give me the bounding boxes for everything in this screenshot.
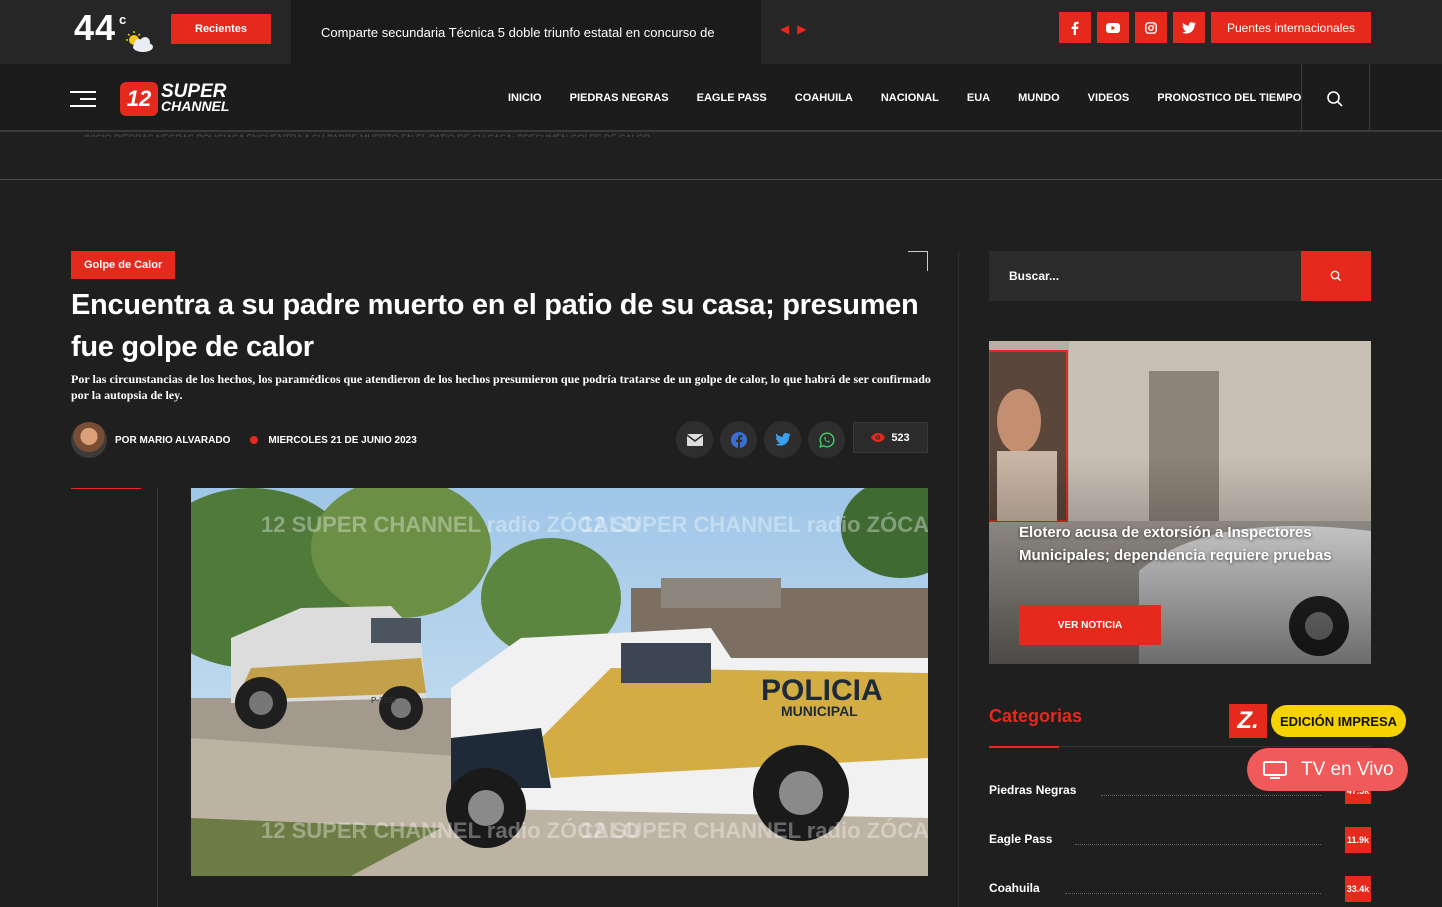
article-hero-image[interactable]: POLICIA MUNICIPAL P-2597 12 SUPER CHANNE… — [191, 488, 928, 876]
tv-en-vivo-label: TV en Vivo — [1301, 758, 1394, 780]
clock-icon — [250, 436, 259, 444]
search-icon — [1330, 270, 1342, 282]
hero-municipal-text: MUNICIPAL — [781, 703, 858, 719]
left-rule — [157, 488, 158, 907]
category-count: 11.9k — [1345, 827, 1371, 853]
sidebar-search-input[interactable]: Buscar... — [989, 251, 1301, 301]
instagram-icon — [1145, 21, 1157, 34]
author-name[interactable]: POR MARIO ALVARADO — [115, 435, 230, 446]
article-subtitle: Por las circunstancias de los hechos, lo… — [71, 372, 931, 402]
nav-item-videos[interactable]: VIDEOS — [1088, 92, 1130, 104]
view-counter: 523 — [853, 422, 928, 453]
view-count: 523 — [891, 431, 910, 444]
zocalo-logo: Z. — [1229, 704, 1267, 738]
nav-item-pronostico[interactable]: PRONOSTICO DEL TIEMPO — [1157, 92, 1301, 104]
instagram-button[interactable] — [1135, 12, 1167, 43]
facebook-button[interactable] — [1059, 12, 1091, 43]
ticker-next-icon[interactable]: ▶ — [797, 22, 806, 36]
edicion-impresa-widget[interactable]: Z. EDICIÓN IMPRESA — [1229, 704, 1407, 738]
youtube-icon — [1106, 22, 1120, 33]
share-whatsapp-button[interactable] — [808, 421, 845, 458]
rule-accent — [71, 488, 141, 489]
publish-date: MIERCOLES 21 DE JUNIO 2023 — [268, 434, 417, 446]
eye-icon — [871, 433, 886, 442]
nav-item-nacional[interactable]: NACIONAL — [881, 92, 939, 104]
twitter-icon — [1182, 21, 1196, 34]
hero-watermark: 12 SUPER CHANNEL radio ZÓCALO — [581, 512, 928, 537]
nav-item-inicio[interactable]: INICIO — [508, 92, 542, 104]
site-logo[interactable]: 12 SUPER CHANNEL — [120, 82, 229, 116]
category-name[interactable]: Eagle Pass — [989, 832, 1052, 846]
nav-item-eagle-pass[interactable]: EAGLE PASS — [697, 92, 767, 104]
tv-icon — [1263, 760, 1287, 779]
facebook-icon — [730, 431, 747, 448]
category-count: 33.4k — [1345, 876, 1371, 902]
top-bar: 44 c Recientes Comparte secundaria Técni… — [0, 0, 1442, 64]
category-item-eagle-pass[interactable]: Eagle Pass 11.9k — [989, 827, 1371, 853]
ticker-controls: ◀ ▶ — [780, 22, 806, 36]
nav-item-eua[interactable]: EUA — [967, 92, 990, 104]
author-avatar[interactable] — [71, 422, 107, 458]
facebook-icon — [1071, 21, 1079, 35]
share-twitter-button[interactable] — [764, 421, 801, 458]
categories-heading: Categorias — [989, 706, 1083, 726]
logo-line1: SUPER — [161, 81, 227, 102]
category-name[interactable]: Piedras Negras — [989, 783, 1076, 797]
share-facebook-button[interactable] — [720, 421, 757, 458]
main-nav: 12 SUPER CHANNEL INICIO PIEDRAS NEGRAS E… — [0, 64, 1442, 132]
category-name[interactable]: Coahuila — [989, 881, 1040, 895]
breadcrumb-band — [0, 132, 1442, 180]
heading-underline — [1059, 746, 1371, 747]
tv-en-vivo-button[interactable]: TV en Vivo — [1247, 748, 1408, 791]
nav-item-coahuila[interactable]: COAHUILA — [795, 92, 853, 104]
youtube-button[interactable] — [1097, 12, 1129, 43]
weather-widget: 44 c — [74, 7, 153, 56]
featured-card-title[interactable]: Elotero acusa de extorsión a Inspectores… — [1019, 521, 1349, 567]
partly-sunny-icon — [126, 31, 153, 52]
category-tag[interactable]: Golpe de Calor — [71, 251, 176, 279]
ticker-text[interactable]: Comparte secundaria Técnica 5 doble triu… — [321, 25, 751, 40]
author-meta: POR MARIO ALVARADO MIERCOLES 21 DE JUNIO… — [71, 422, 417, 458]
share-email-button[interactable] — [676, 421, 713, 458]
edicion-impresa-label[interactable]: EDICIÓN IMPRESA — [1271, 705, 1407, 737]
hero-plate-text: P-2597 — [371, 696, 397, 705]
sidebar-search-button[interactable] — [1301, 251, 1371, 301]
nav-separator — [1369, 64, 1370, 132]
heading-underline-accent — [989, 746, 1059, 748]
news-ticker[interactable]: Comparte secundaria Técnica 5 doble triu… — [291, 0, 761, 64]
corner-decoration — [908, 251, 928, 271]
email-icon — [686, 433, 703, 446]
nav-item-mundo[interactable]: MUNDO — [1018, 92, 1060, 104]
category-dots — [1075, 844, 1321, 845]
logo-badge: 12 — [120, 82, 158, 116]
temperature: 44 — [74, 7, 117, 48]
twitter-button[interactable] — [1173, 12, 1205, 43]
whatsapp-icon — [818, 431, 835, 448]
nav-separator — [1301, 64, 1302, 132]
ticker-prev-icon[interactable]: ◀ — [780, 22, 789, 36]
search-icon[interactable] — [1326, 90, 1344, 108]
category-dots — [1101, 795, 1321, 796]
logo-text: SUPER CHANNEL — [161, 81, 230, 114]
category-item-coahuila[interactable]: Coahuila 33.4k — [989, 876, 1371, 902]
hamburger-menu-icon[interactable] — [70, 91, 96, 107]
ver-noticia-button[interactable]: VER NOTICIA — [1019, 605, 1161, 645]
temperature-unit: c — [119, 12, 127, 27]
category-dots — [1065, 893, 1321, 894]
recientes-button[interactable]: Recientes — [171, 14, 271, 44]
breadcrumb: INICIO PIEDRAS NEGRAS POLICIACA ENCUENTR… — [84, 133, 650, 137]
hero-watermark: 12 SUPER CHANNEL radio ZÓCALO — [581, 818, 928, 843]
twitter-icon — [774, 433, 791, 446]
puentes-internacionales-button[interactable]: Puentes internacionales — [1211, 12, 1371, 43]
nav-item-piedras-negras[interactable]: PIEDRAS NEGRAS — [570, 92, 669, 104]
column-divider — [958, 251, 959, 907]
nav-menu: INICIO PIEDRAS NEGRAS EAGLE PASS COAHUIL… — [508, 92, 1329, 104]
article-title: Encuentra a su padre muerto en el patio … — [71, 289, 919, 363]
logo-line2: CHANNEL — [161, 98, 230, 114]
